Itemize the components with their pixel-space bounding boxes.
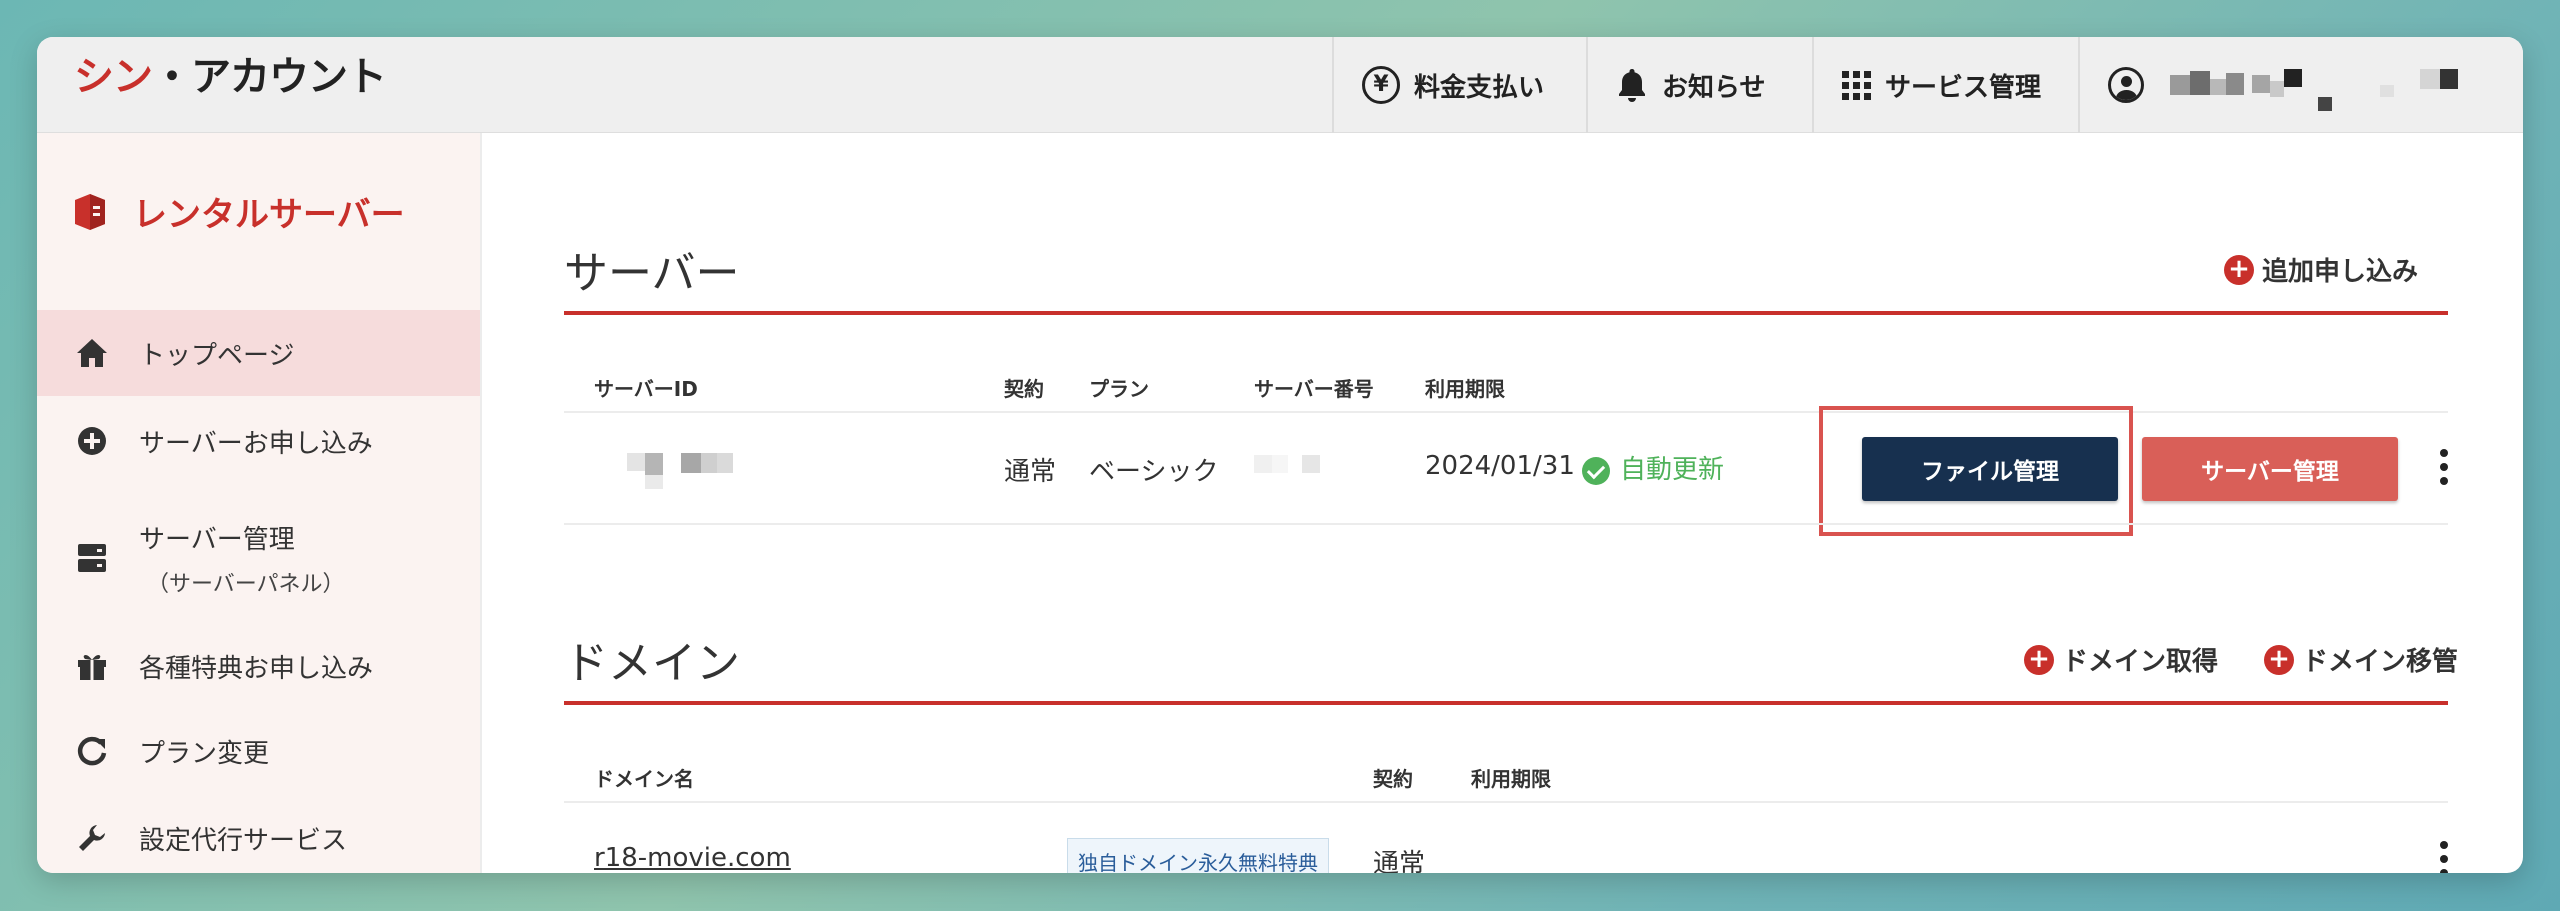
sidebar-item-label: 各種特典お申し込み [139, 653, 374, 684]
add-application-label: 追加申し込み [2262, 257, 2419, 287]
nav-service-management[interactable]: サービス管理 [1812, 37, 2078, 133]
sidebar-title[interactable]: レンタルサーバー [75, 187, 405, 236]
server-plan: ベーシック [1089, 457, 1219, 487]
nav-service-label: サービス管理 [1885, 72, 2042, 103]
wrench-icon [75, 823, 109, 853]
user-icon [2108, 67, 2144, 103]
add-application-link[interactable]: + 追加申し込み [2224, 251, 2418, 288]
sidebar-item-plan-change[interactable]: プラン変更 [37, 708, 480, 794]
plus-circle-icon: + [2264, 644, 2294, 675]
domain-row-menu-icon[interactable] [2440, 841, 2448, 873]
brand-logo[interactable]: シン・アカウント [74, 54, 387, 100]
nav-notices[interactable]: お知らせ [1586, 37, 1812, 133]
sidebar-item-sublabel: （サーバーパネル） [147, 571, 345, 597]
server-row-divider [564, 523, 2448, 525]
col-expiry: 利用期限 [1425, 377, 1505, 401]
brand-text: ・アカウント [152, 54, 387, 100]
auto-renew-label: 自動更新 [1620, 455, 1725, 485]
brand-accent: シン [74, 54, 153, 100]
nav-notices-label: お知らせ [1662, 72, 1766, 103]
nav-user-account[interactable] [2078, 37, 2523, 133]
sidebar: レンタルサーバー トップページ サーバーお申し込み サーバー管理 （サーバーパネ… [37, 133, 482, 873]
sidebar-item-server-management[interactable]: サーバー管理 （サーバーパネル） [37, 493, 480, 623]
check-circle-icon [1582, 456, 1610, 485]
col-domain-expiry: 利用期限 [1471, 767, 1551, 791]
server-contract: 通常 [1004, 457, 1057, 487]
sidebar-item-label: トップページ [139, 340, 295, 371]
domain-acquire-link[interactable]: + ドメイン取得 [2024, 641, 2218, 678]
plus-circle-icon: + [2024, 644, 2054, 675]
home-icon [75, 338, 109, 368]
auto-renew-status: 自動更新 [1582, 449, 1724, 486]
domain-transfer-label: ドメイン移管 [2302, 647, 2459, 677]
file-manager-button[interactable]: ファイル管理 [1862, 437, 2118, 501]
sidebar-item-label: プラン変更 [139, 738, 270, 769]
server-expiry: 2024/01/31 [1425, 451, 1575, 481]
sidebar-item-text: サーバー管理 （サーバーパネル） [139, 519, 345, 598]
plus-circle-icon [75, 426, 109, 456]
sidebar-item-benefits[interactable]: 各種特典お申し込み [37, 623, 480, 709]
col-contract: 契約 [1004, 377, 1044, 401]
redacted-server-number [1254, 455, 1334, 479]
free-domain-badge: 独自ドメイン永久無料特典 [1067, 838, 1329, 873]
grid-icon [1842, 70, 1871, 100]
refresh-icon [75, 736, 109, 766]
top-header: シン・アカウント ¥ 料金支払い お知らせ サービス管理 [37, 37, 2523, 133]
sidebar-item-label: サーバー管理 [139, 524, 295, 555]
server-section-rule [564, 311, 2448, 315]
sidebar-item-label: 設定代行サービス [139, 825, 348, 856]
sidebar-item-setup-service[interactable]: 設定代行サービス [37, 795, 480, 873]
domain-name-link[interactable]: r18-movie.com [594, 843, 791, 873]
bell-icon [1616, 67, 1648, 103]
server-icon [75, 542, 109, 574]
domain-section-rule [564, 701, 2448, 705]
domain-table-header-divider [564, 801, 2448, 803]
sidebar-title-text: レンタルサーバー [133, 195, 405, 235]
server-manager-button[interactable]: サーバー管理 [2142, 437, 2398, 501]
browser-window: シン・アカウント ¥ 料金支払い お知らせ サービス管理 レンタルサーバー トッ… [37, 37, 2523, 873]
redacted-server-id [627, 453, 747, 493]
yen-icon: ¥ [1362, 66, 1400, 104]
col-domain-contract: 契約 [1373, 767, 1413, 791]
domain-acquire-label: ドメイン取得 [2062, 647, 2219, 677]
col-server-number: サーバー番号 [1254, 377, 1374, 401]
sidebar-item-server-apply[interactable]: サーバーお申し込み [37, 398, 480, 484]
gift-icon [75, 651, 109, 681]
col-domain-name: ドメイン名 [594, 767, 694, 791]
plus-circle-icon: + [2224, 254, 2254, 285]
table-header-divider [564, 411, 2448, 413]
server-section-title: サーバー [564, 248, 740, 299]
server-row-menu-icon[interactable] [2440, 449, 2448, 485]
main-content: サーバー + 追加申し込み サーバーID 契約 プラン サーバー番号 利用期限 … [482, 133, 2523, 873]
domain-transfer-link[interactable]: + ドメイン移管 [2264, 641, 2458, 678]
server-cube-icon [75, 193, 105, 230]
col-plan: プラン [1089, 377, 1149, 401]
sidebar-item-top-page[interactable]: トップページ [37, 310, 480, 396]
nav-payment-label: 料金支払い [1414, 72, 1545, 103]
domain-contract: 通常 [1373, 849, 1426, 873]
col-server-id: サーバーID [594, 377, 698, 401]
sidebar-item-label: サーバーお申し込み [139, 428, 373, 459]
nav-payment[interactable]: ¥ 料金支払い [1332, 37, 1586, 133]
domain-section-title: ドメイン [564, 638, 740, 689]
